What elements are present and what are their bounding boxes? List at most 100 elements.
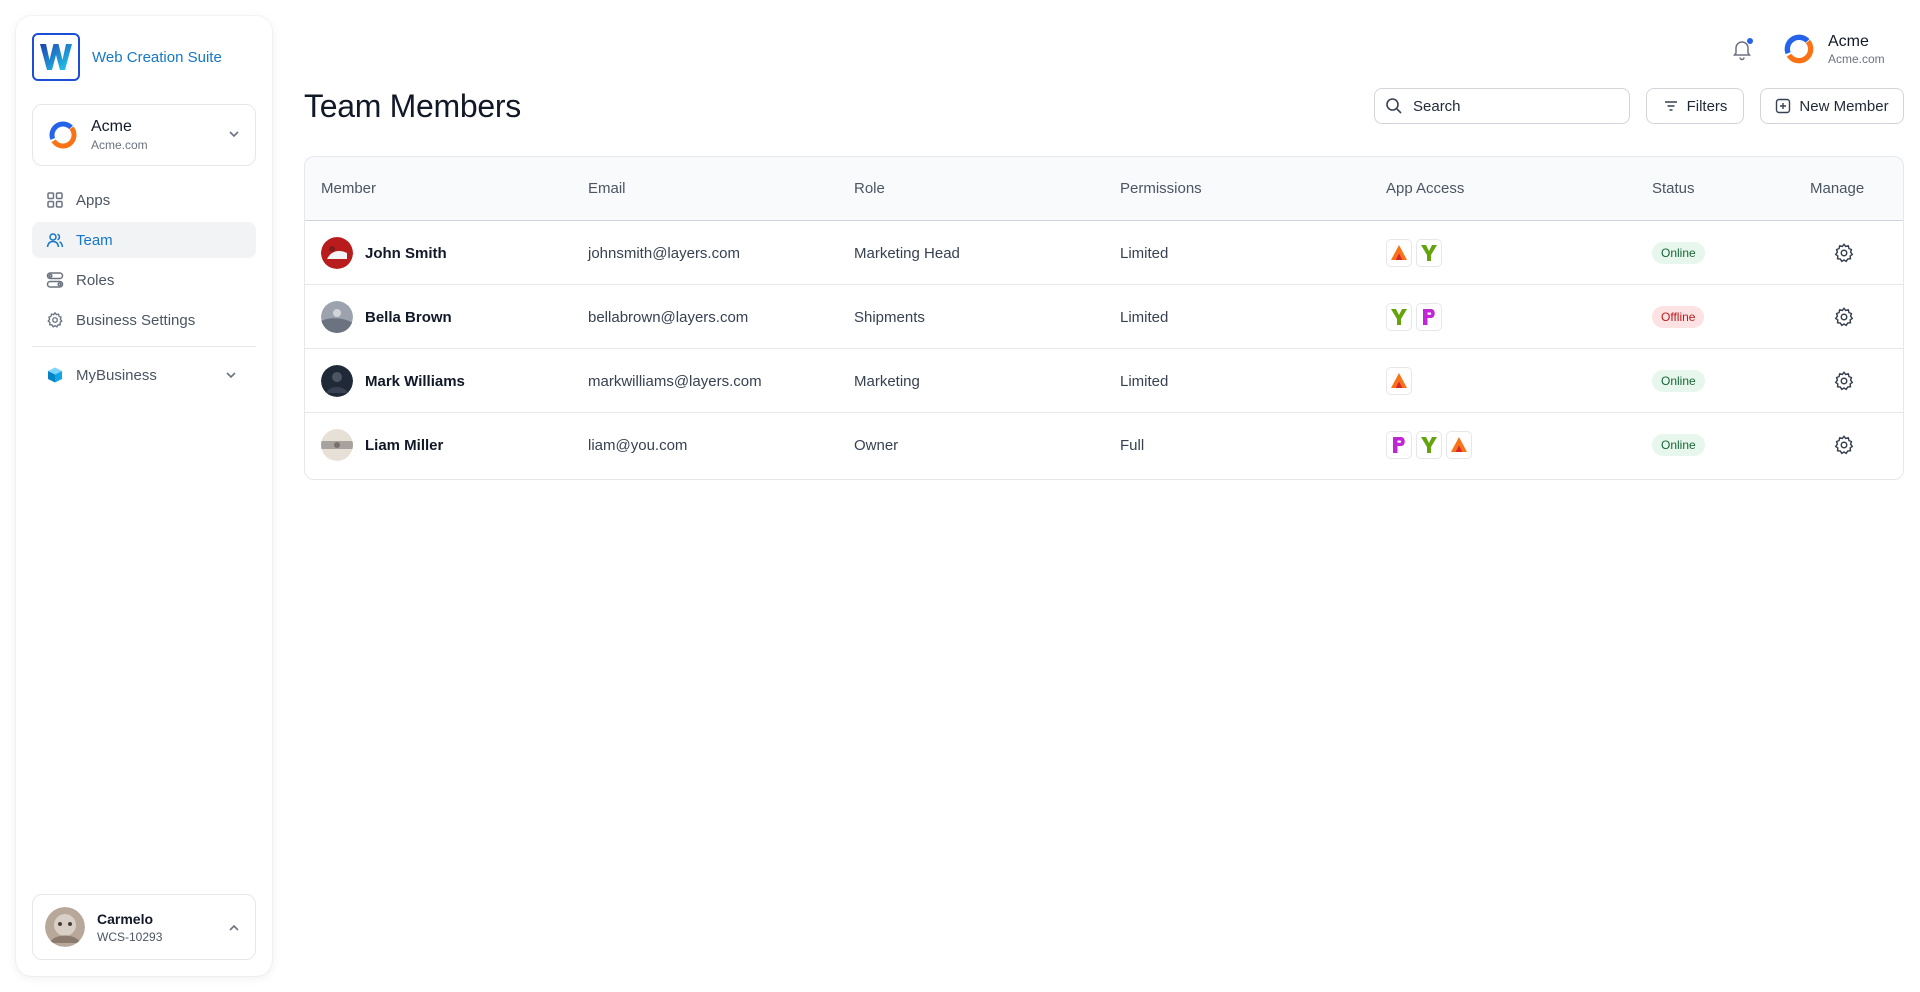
member-name: Mark Williams xyxy=(365,372,465,390)
manage-member-button[interactable] xyxy=(1833,221,1855,285)
org-switcher[interactable]: Acme Acme.com xyxy=(32,104,256,166)
sidebar-item-roles[interactable]: Roles xyxy=(32,262,256,298)
member-email: markwilliams@layers.com xyxy=(588,372,762,390)
org-name: Acme xyxy=(91,118,132,135)
status-badge: Online xyxy=(1652,434,1705,456)
user-card[interactable]: Carmelo WCS-10293 xyxy=(32,894,256,960)
manage-member-button[interactable] xyxy=(1833,413,1855,477)
apps-grid-icon xyxy=(47,192,63,208)
app-p-icon[interactable] xyxy=(1386,431,1412,459)
column-header-manage: Manage xyxy=(1810,180,1865,197)
status-badge: Online xyxy=(1652,242,1705,264)
sidebar-item-team[interactable]: Team xyxy=(32,222,256,258)
chevron-down-icon xyxy=(229,131,239,138)
filter-lines-icon xyxy=(1664,101,1677,111)
app-y-icon[interactable] xyxy=(1416,239,1442,267)
column-header-permissions: Permissions xyxy=(1120,180,1202,197)
users-icon xyxy=(46,233,64,248)
member-role: Owner xyxy=(854,436,899,454)
member-permissions: Full xyxy=(1120,436,1145,454)
notifications-button[interactable] xyxy=(1730,37,1754,61)
app-access-list xyxy=(1386,221,1442,285)
column-header-member: Member xyxy=(321,180,377,197)
app-access-list xyxy=(1386,413,1472,477)
sidebar-item-label: Team xyxy=(76,231,113,249)
acme-logo-icon xyxy=(49,121,77,149)
gear-icon xyxy=(1834,371,1854,391)
gear-icon xyxy=(1834,307,1854,327)
sidebar-item-mybusiness[interactable]: MyBusiness xyxy=(32,357,256,393)
search-box[interactable] xyxy=(1374,88,1630,124)
filters-label: Filters xyxy=(1686,97,1728,115)
member-avatar xyxy=(321,365,353,397)
sidebar-item-label: Apps xyxy=(76,191,111,209)
new-member-label: New Member xyxy=(1799,97,1889,115)
sidebar: Web Creation Suite Acme Acme.com Apps Te… xyxy=(16,16,272,976)
column-header-status: Status xyxy=(1652,180,1695,197)
member-avatar xyxy=(321,429,353,461)
acme-logo-icon xyxy=(1784,34,1814,64)
table-row[interactable]: Bella Brown bellabrown@layers.com Shipme… xyxy=(305,285,1903,349)
member-permissions: Limited xyxy=(1120,372,1169,390)
page-title: Team Members xyxy=(304,88,521,124)
roles-toggle-icon xyxy=(46,272,64,288)
filters-button[interactable]: Filters xyxy=(1646,88,1744,124)
app-a-icon[interactable] xyxy=(1386,367,1412,395)
member-role: Shipments xyxy=(854,308,925,326)
member-permissions: Limited xyxy=(1120,308,1169,326)
cube-icon xyxy=(48,367,62,383)
brand-name: Web Creation Suite xyxy=(92,48,222,66)
brand[interactable]: Web Creation Suite xyxy=(32,33,222,81)
member-avatar xyxy=(321,301,353,333)
sidebar-item-business-settings[interactable]: Business Settings xyxy=(32,302,256,338)
gear-icon xyxy=(1834,435,1854,455)
chevron-down-icon xyxy=(226,372,236,379)
column-header-role: Role xyxy=(854,180,885,197)
member-avatar xyxy=(321,237,353,269)
sidebar-nav: Apps Team Roles Business Settings MyBusi… xyxy=(32,182,256,397)
column-header-email: Email xyxy=(588,180,626,197)
nav-divider xyxy=(32,346,256,347)
account-menu[interactable]: Acme Acme.com xyxy=(1782,32,1885,66)
app-access-list xyxy=(1386,285,1442,349)
sidebar-item-apps[interactable]: Apps xyxy=(32,182,256,218)
member-name: Liam Miller xyxy=(365,436,444,454)
table-row[interactable]: John Smith johnsmith@layers.com Marketin… xyxy=(305,221,1903,285)
notification-dot xyxy=(1747,38,1753,44)
status-badge: Offline xyxy=(1652,306,1705,328)
table-row[interactable]: Mark Williams markwilliams@layers.com Ma… xyxy=(305,349,1903,413)
status-badge: Online xyxy=(1652,370,1705,392)
gear-icon xyxy=(47,311,63,328)
table-header: Member Email Role Permissions App Access… xyxy=(305,157,1903,221)
sidebar-item-label: Business Settings xyxy=(76,311,196,329)
manage-member-button[interactable] xyxy=(1833,285,1855,349)
member-email: bellabrown@layers.com xyxy=(588,308,749,326)
search-input[interactable] xyxy=(1413,97,1613,115)
column-header-app-access: App Access xyxy=(1386,180,1465,197)
member-name: Bella Brown xyxy=(365,308,452,326)
app-y-icon[interactable] xyxy=(1386,303,1412,331)
app-a-icon[interactable] xyxy=(1446,431,1472,459)
new-member-button[interactable]: New Member xyxy=(1760,88,1904,124)
app-y-icon[interactable] xyxy=(1416,431,1442,459)
plus-square-icon xyxy=(1776,98,1791,114)
user-id: WCS-10293 xyxy=(97,929,163,944)
member-role: Marketing xyxy=(854,372,920,390)
member-email: liam@you.com xyxy=(588,436,688,454)
gear-icon xyxy=(1834,243,1854,263)
chevron-up-icon xyxy=(229,924,239,931)
user-name: Carmelo xyxy=(97,910,154,927)
app-a-icon[interactable] xyxy=(1386,239,1412,267)
member-role: Marketing Head xyxy=(854,244,960,262)
manage-member-button[interactable] xyxy=(1833,349,1855,413)
sidebar-item-label: Roles xyxy=(76,271,115,289)
account-domain: Acme.com xyxy=(1828,51,1885,66)
brand-logo-icon xyxy=(32,33,80,81)
account-name: Acme xyxy=(1828,32,1869,50)
app-access-list xyxy=(1386,349,1412,413)
table-row[interactable]: Liam Miller liam@you.com Owner Full Onli… xyxy=(305,413,1903,477)
org-domain: Acme.com xyxy=(91,138,148,152)
team-members-table: Member Email Role Permissions App Access… xyxy=(304,156,1904,480)
app-p-icon[interactable] xyxy=(1416,303,1442,331)
sidebar-item-label: MyBusiness xyxy=(76,366,157,384)
